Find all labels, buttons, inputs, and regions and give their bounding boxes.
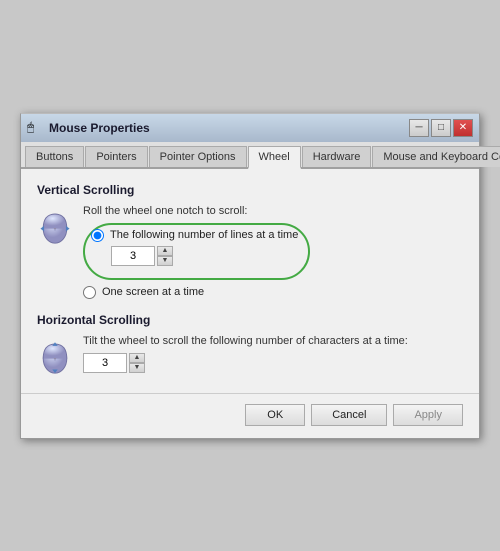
lines-spin-row: ▲ ▼ [111, 246, 298, 266]
tilt-label: Tilt the wheel to scroll the following n… [83, 335, 463, 347]
tab-pointer-options[interactable]: Pointer Options [149, 146, 247, 167]
radio-one-screen[interactable] [83, 286, 96, 299]
horizontal-scrolling-title: Horizontal Scrolling [37, 313, 463, 327]
vertical-scrolling-section: Roll the wheel one notch to scroll: The … [37, 205, 463, 303]
roll-label: Roll the wheel one notch to scroll: [83, 205, 463, 217]
lines-spin-down[interactable]: ▼ [157, 256, 173, 266]
mouse-properties-window: 🖱 Mouse Properties ─ □ ✕ Buttons Pointer… [20, 113, 480, 439]
close-button[interactable]: ✕ [453, 119, 473, 137]
chars-spin-input[interactable] [83, 353, 127, 373]
title-bar-left: 🖱 Mouse Properties [27, 120, 150, 136]
radio-lines-row: The following number of lines at a time [91, 229, 298, 242]
vertical-options: Roll the wheel one notch to scroll: The … [83, 205, 463, 303]
tab-bar: Buttons Pointers Pointer Options Wheel H… [21, 142, 479, 169]
radio-lines-label[interactable]: The following number of lines at a time [110, 229, 298, 241]
horizontal-options: Tilt the wheel to scroll the following n… [83, 335, 463, 379]
radio-screen-row: One screen at a time [83, 286, 463, 299]
title-bar-controls: ─ □ ✕ [409, 119, 473, 137]
window-icon: 🖱 [27, 120, 43, 136]
chars-spin-down[interactable]: ▼ [129, 363, 145, 373]
minimize-button[interactable]: ─ [409, 119, 429, 137]
chars-spin-row: ▲ ▼ [83, 353, 463, 373]
content-area: Vertical Scrolling [21, 169, 479, 393]
vertical-mouse-icon [37, 205, 73, 245]
horizontal-mouse-icon [37, 335, 73, 375]
ok-button[interactable]: OK [245, 404, 305, 426]
tab-wheel[interactable]: Wheel [248, 146, 301, 169]
window-title: Mouse Properties [49, 121, 150, 135]
tab-mouse-keyboard-center[interactable]: Mouse and Keyboard Center [372, 146, 500, 167]
oval-highlight: The following number of lines at a time … [83, 223, 310, 280]
apply-button[interactable]: Apply [393, 404, 463, 426]
lines-spin-up[interactable]: ▲ [157, 246, 173, 256]
horizontal-scrolling-section: Tilt the wheel to scroll the following n… [37, 335, 463, 379]
radio-screen-label[interactable]: One screen at a time [102, 286, 204, 298]
cancel-button[interactable]: Cancel [311, 404, 387, 426]
tab-hardware[interactable]: Hardware [302, 146, 372, 167]
radio-lines-at-a-time[interactable] [91, 229, 104, 242]
chars-spin-buttons: ▲ ▼ [129, 353, 145, 373]
vertical-scrolling-title: Vertical Scrolling [37, 183, 463, 197]
title-bar: 🖱 Mouse Properties ─ □ ✕ [21, 114, 479, 142]
lines-spin-input[interactable] [111, 246, 155, 266]
chars-spin-up[interactable]: ▲ [129, 353, 145, 363]
footer: OK Cancel Apply [21, 393, 479, 438]
maximize-button[interactable]: □ [431, 119, 451, 137]
lines-spin-buttons: ▲ ▼ [157, 246, 173, 266]
tab-pointers[interactable]: Pointers [85, 146, 147, 167]
tab-buttons[interactable]: Buttons [25, 146, 84, 167]
